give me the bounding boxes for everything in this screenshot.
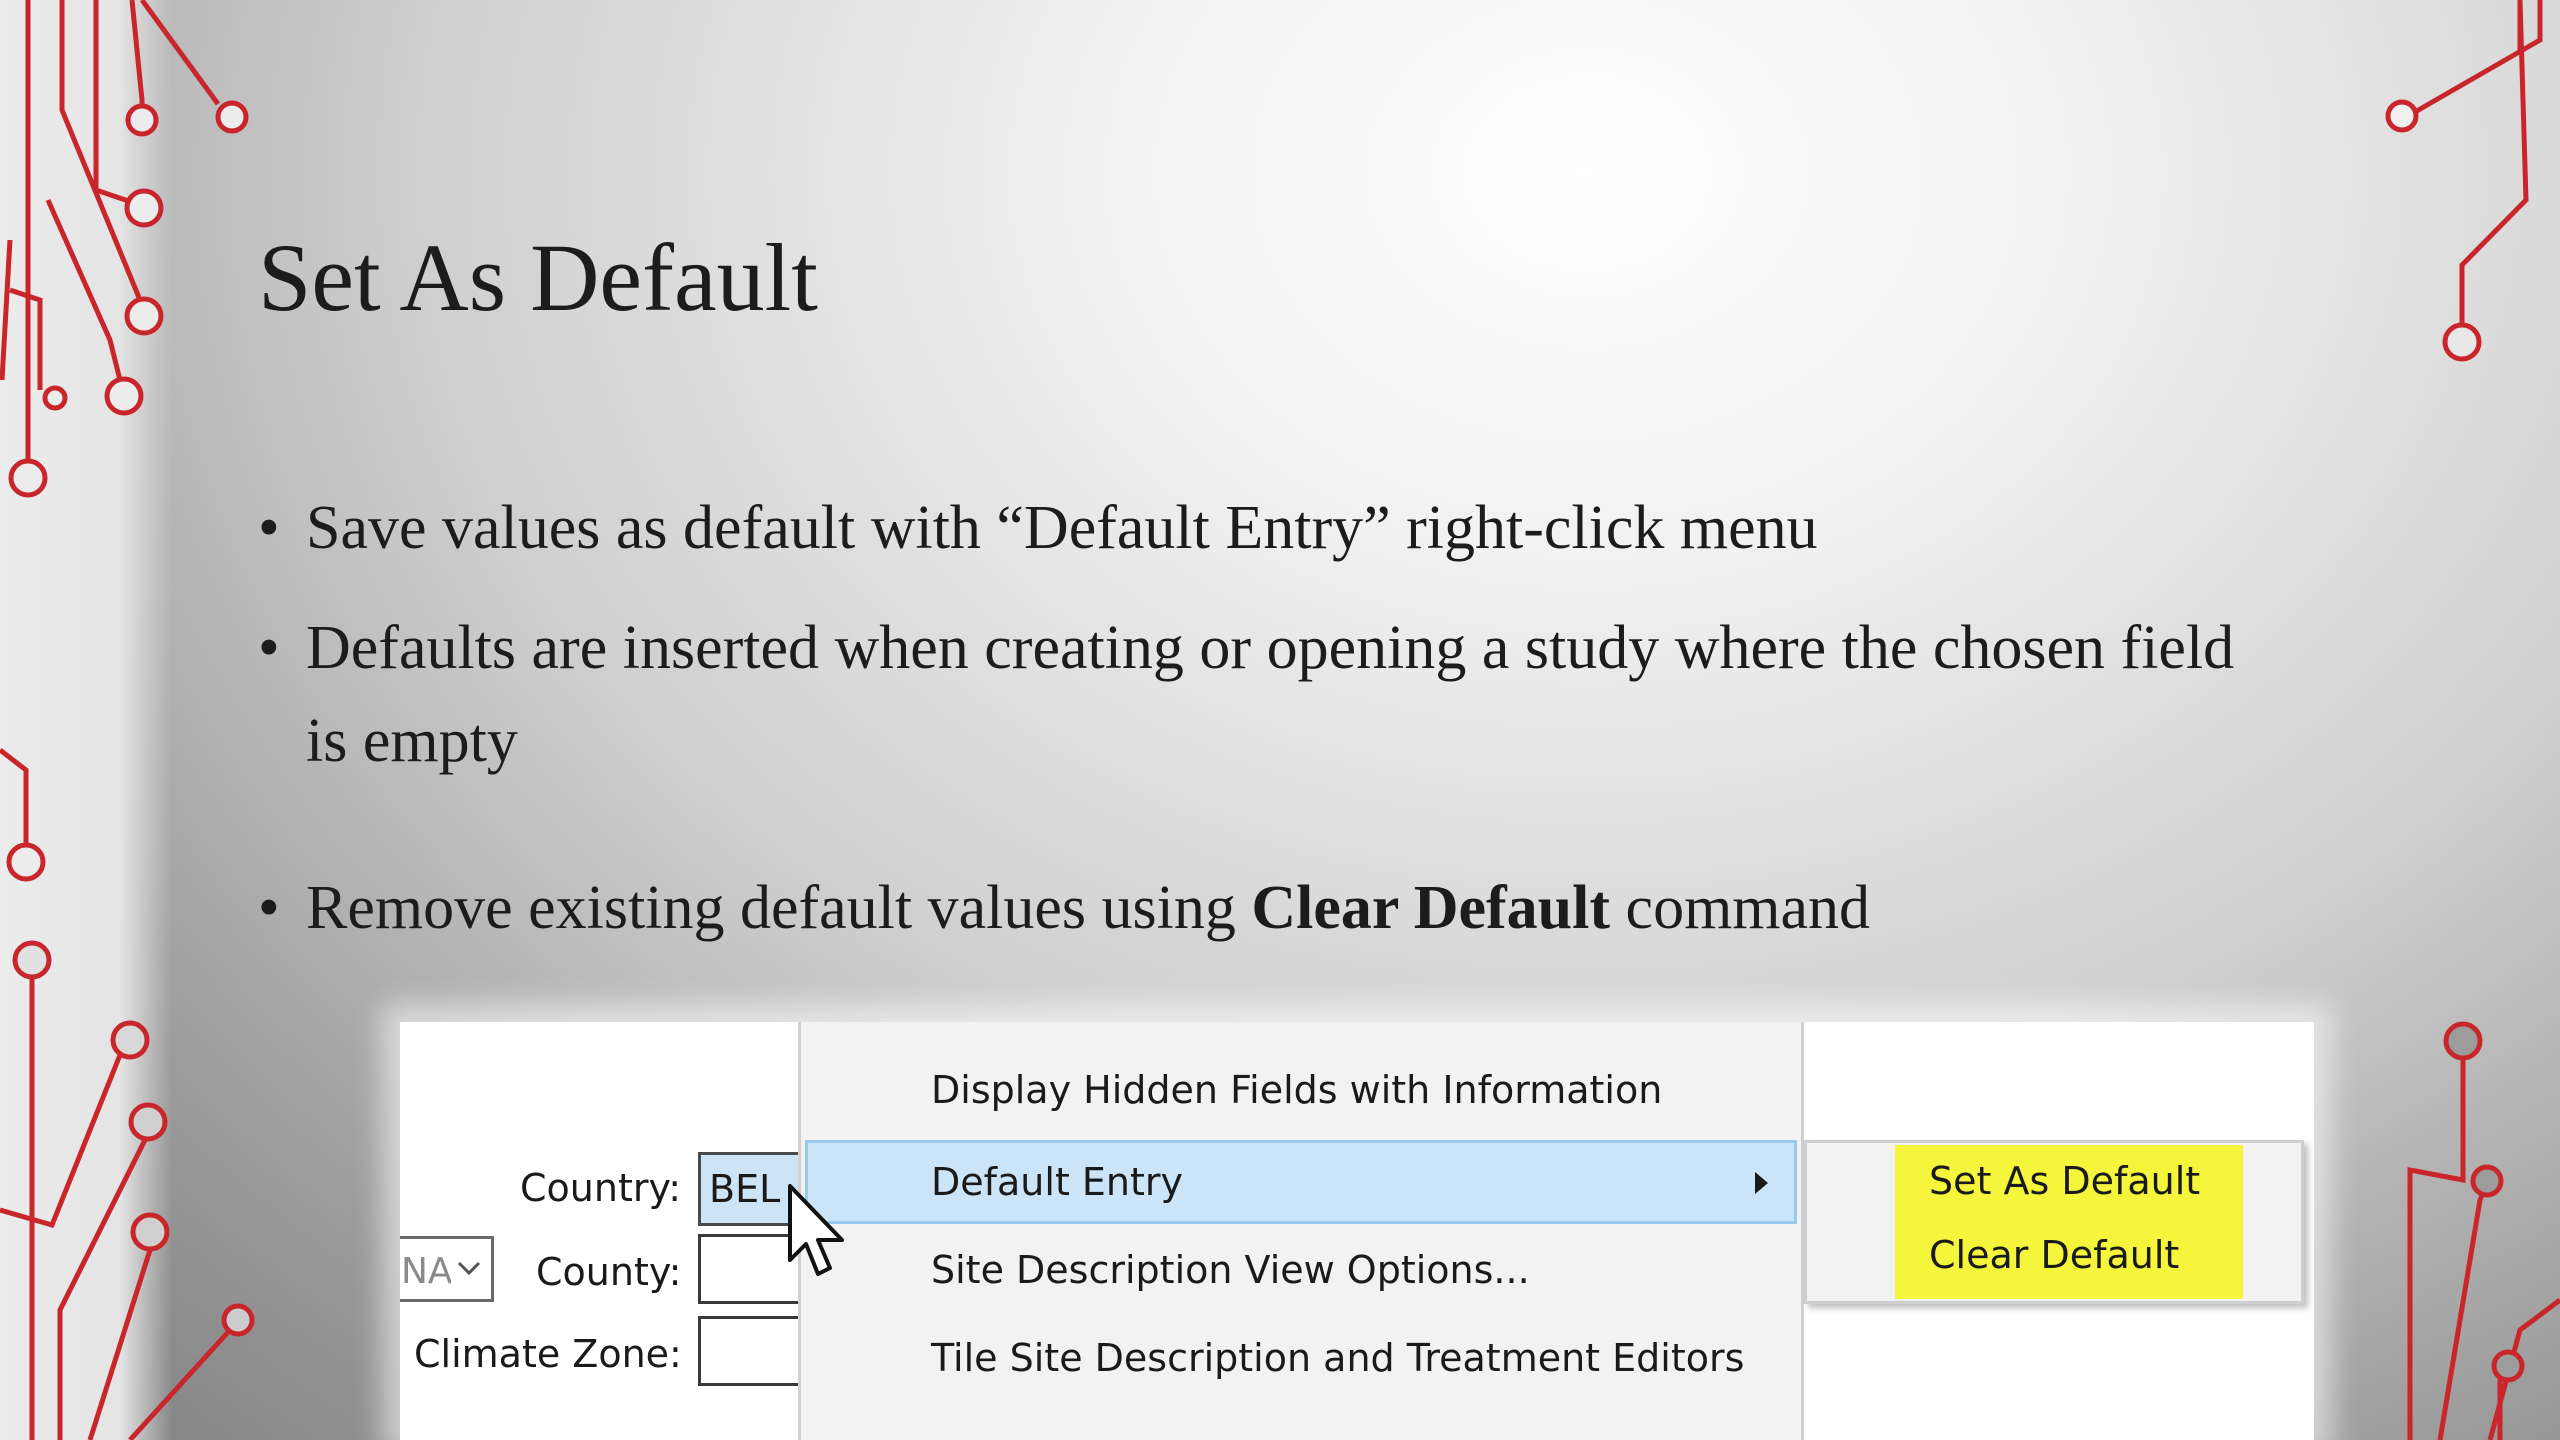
menu-item-display-hidden-fields[interactable]: Display Hidden Fields with Information <box>931 1068 1662 1112</box>
county-label: County: <box>536 1250 682 1294</box>
country-label: Country: <box>520 1166 681 1210</box>
context-menu: Display Hidden Fields with Information D… <box>798 1022 1804 1440</box>
climate-zone-label: Climate Zone: <box>414 1332 682 1376</box>
default-entry-submenu: Set As Default Clear Default <box>1804 1140 2304 1304</box>
bullet-text: Remove existing default values using Cle… <box>306 862 2258 955</box>
set-as-default-item[interactable]: Set As Default <box>1929 1159 2200 1203</box>
bullet-dot: • <box>258 614 280 682</box>
bullet-item-1: • Save values as default with “Default E… <box>258 482 2258 575</box>
menu-item-view-options[interactable]: Site Description View Options... <box>931 1248 1530 1292</box>
slide-title: Set As Default <box>258 224 818 331</box>
bullet-text-post: command <box>1610 874 1871 942</box>
clear-default-item[interactable]: Clear Default <box>1929 1233 2179 1277</box>
bullet-text: Defaults are inserted when creating or o… <box>306 614 2235 775</box>
chevron-down-icon <box>451 1247 487 1291</box>
bullet-dot: • <box>258 874 280 942</box>
app-screenshot: Country: BEL NA County: Climate Zone: Di… <box>400 1022 2314 1440</box>
dropdown-value: NA <box>401 1251 453 1292</box>
menu-item-label: Default Entry <box>931 1160 1184 1204</box>
arrow-cursor-icon <box>788 1184 844 1276</box>
bullet-text-bold: Clear Default <box>1251 874 1611 942</box>
bullet-text-pre: Remove existing default values using <box>306 874 1252 942</box>
bullet-text: Save values as default with “Default Ent… <box>306 494 1818 562</box>
triangle-right-icon <box>1755 1172 1768 1194</box>
climate-zone-input[interactable] <box>698 1316 808 1386</box>
menu-item-default-entry[interactable]: Default Entry <box>805 1140 1797 1224</box>
bullet-item-3: • Remove existing default values using C… <box>258 862 2258 955</box>
bullet-dot: • <box>258 494 280 562</box>
bullet-item-2: • Defaults are inserted when creating or… <box>258 602 2258 788</box>
menu-item-tile-editors[interactable]: Tile Site Description and Treatment Edit… <box>931 1336 1744 1380</box>
region-dropdown[interactable]: NA <box>400 1236 494 1302</box>
country-value: BEL <box>709 1167 781 1211</box>
